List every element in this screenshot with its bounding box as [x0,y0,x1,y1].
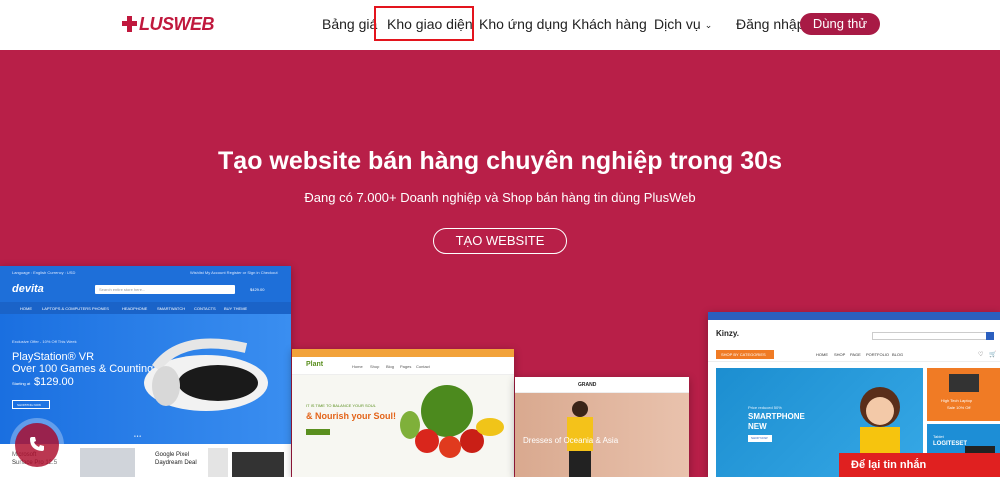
kinzy-nav-item: SHOP [834,352,846,357]
chevron-down-icon: ⌄ [704,20,713,30]
kinzy-logo: Kinzy. [716,329,739,338]
leave-message-button[interactable]: Để lại tin nhắn [839,453,1000,477]
devita-nav-item: LAPTOPS & COMPUTERS [42,306,91,311]
kinzy-promo-big-1: SMARTPHONE [748,412,805,421]
devita-product-2-a: Google Pixel [155,452,190,458]
heart-icon: ♡ [978,352,984,358]
devita-headline-2: Over 100 Games & Counting [12,363,154,375]
plant-nav-item: Blog [386,364,395,369]
kinzy-side-2-sub: LOGITESET [933,441,968,447]
devita-shop-label: SHOPPING NOW [17,403,42,407]
vegetables-icon [400,385,504,458]
devita-cart: $429.00 [250,287,265,292]
try-button[interactable]: Dùng thử [800,13,880,35]
kinzy-header: Kinzy. [708,320,1000,348]
devita-starting: Starting at [12,381,31,386]
devita-slider-dots: ● ● ● [134,434,142,438]
grand-header: GRAND [515,377,689,393]
kinzy-categories: SHOP BY CATEGORIES [716,350,774,359]
plant-header: Plant Home Shop Blog Pages Contact [292,357,514,375]
grand-banner: Dresses of Oceania & Asia [515,393,689,477]
nav-pricing[interactable]: Bảng giá [322,15,377,33]
site-header: LUSWEB Bảng giá Kho giao diện Kho ứng dụ… [0,0,1000,50]
plant-logo: Plant [306,361,324,368]
call-button[interactable] [15,423,59,467]
plant-tagline: IT IS TIME TO BALANCE YOUR SOUL [306,403,376,408]
plus-logo-icon [122,16,137,32]
hero-title: Tạo website bán hàng chuyên nghiệp trong… [218,147,782,175]
nav-templates[interactable]: Kho giao diện [387,15,473,33]
grand-banner-text: Dresses of Oceania & Asia [523,436,619,445]
hero-section: Tạo website bán hàng chuyên nghiệp trong… [0,50,1000,477]
plant-nav-item: Pages [400,364,412,369]
kinzy-nav-item: PAGE [850,352,861,357]
speaker-image [232,452,284,477]
laptop-image [80,448,135,477]
cart-icon: 🛒 [989,352,997,358]
template-preview-grand[interactable]: GRAND Dresses of Oceania & Asia [515,377,689,477]
login-link[interactable]: Đăng nhập [736,15,805,33]
devita-offer: Exclusive Offer - 10% Off This Week [12,339,77,344]
kinzy-search [872,332,992,340]
grand-logo: GRAND [578,382,597,388]
nav-services[interactable]: Dịch vụ ⌄ [654,15,712,34]
kinzy-search-icon [986,332,994,340]
kinzy-side-2-title: Tablet [933,434,944,439]
devita-logo: devita [12,283,44,295]
plant-banner: IT IS TIME TO BALANCE YOUR SOUL & Nouris… [292,375,514,477]
kinzy-categories-label: SHOP BY CATEGORIES [721,352,766,357]
devita-product-2-b: Daydream Deal [155,460,197,466]
plant-headline: & Nourish your Soul! [306,411,396,421]
devita-top-right: Wishlist My Account Register or Sign in … [190,270,278,275]
devita-nav-item: PHONES [92,306,109,311]
kinzy-topbar [708,312,1000,320]
devita-nav-item: HOME [20,306,32,311]
kinzy-nav-item: PORTFOLIO [866,352,890,357]
kinzy-promo-big-2: NEW [748,422,767,431]
kinzy-promo-small: Price reduced 50% [748,405,782,410]
devita-nav-item: BUY THEME [224,306,248,311]
devita-header: devita Search entire store here... $429.… [0,278,291,302]
create-website-button[interactable]: TẠO WEBSITE [433,228,567,254]
devita-nav-item: HEADPHONE [122,306,148,311]
devita-shop-button: SHOPPING NOW [12,400,50,409]
laptop-image [949,374,979,392]
kinzy-side-1-sub: Sale 10% Off [947,405,971,410]
nav-customers[interactable]: Khách hàng [572,15,647,33]
vr-headset-icon [144,338,268,411]
nav-services-label: Dịch vụ [654,16,701,32]
plant-nav-item: Contact [416,364,430,369]
logo-text: LUSWEB [139,13,214,34]
devita-nav-item: SMARTWATCH [157,306,186,311]
kinzy-shop-button: SHOP NOW [748,435,772,442]
devita-headline-1: PlayStation® VR [12,351,95,363]
devita-nav-item: CONTACTS [194,306,216,311]
devita-search-placeholder: Search entire store here... [99,287,146,292]
devita-top-left: Language : English Currency : USD [12,270,76,275]
plant-nav-item: Home [352,364,363,369]
devita-nav: HOME LAPTOPS & COMPUTERS PHONES HEADPHON… [0,302,291,314]
devita-topbar: Language : English Currency : USD Wishli… [0,266,291,278]
hero-subtitle: Đang có 7.000+ Doanh nghiệp và Shop bán … [304,190,696,205]
kinzy-nav: SHOP BY CATEGORIES HOME SHOP PAGE PORTFO… [708,348,1000,362]
nav-apps[interactable]: Kho ứng dụng [479,15,568,33]
kinzy-nav-item: HOME [816,352,828,357]
plant-nav-item: Shop [370,364,380,369]
plant-topbar [292,349,514,357]
devita-price: $129.00 [34,376,74,388]
plant-shop-button [306,429,330,435]
kinzy-side-banner-1: High Tech Laptop Sale 10% Off [927,368,1000,421]
plusweb-logo[interactable]: LUSWEB [122,12,214,36]
template-preview-plant[interactable]: Plant Home Shop Blog Pages Contact IT IS… [292,349,514,477]
kinzy-nav-item: BLOG [892,352,904,357]
phone-image [208,448,228,477]
devita-search: Search entire store here... [95,285,235,294]
kinzy-side-1-title: High Tech Laptop [941,398,973,403]
phone-icon [30,437,44,451]
kinzy-shop-label: SHOP NOW [751,436,768,440]
